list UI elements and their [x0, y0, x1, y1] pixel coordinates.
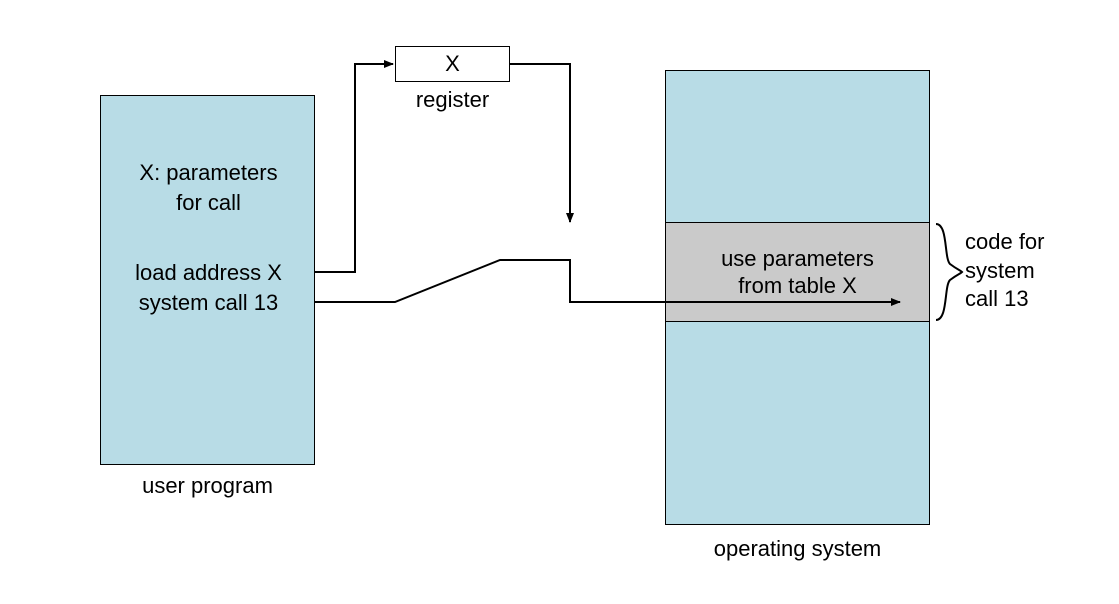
os-mid-line1: use parameters — [721, 246, 874, 271]
arrow-register-to-os — [510, 64, 570, 222]
register-box: X — [395, 46, 510, 82]
brace-line1: code for — [965, 229, 1045, 254]
params-line2: for call — [176, 190, 241, 215]
user-program-syscall-line: system call 13 — [101, 288, 316, 318]
user-program-caption: user program — [100, 472, 315, 501]
user-program-params: X: parameters for call — [101, 158, 316, 217]
params-line1: X: parameters — [139, 160, 277, 185]
register-value: X — [445, 51, 460, 77]
register-caption: register — [395, 86, 510, 115]
os-mid-line2: from table X — [738, 273, 857, 298]
brace-line2: system — [965, 258, 1035, 283]
operating-system-caption: operating system — [665, 535, 930, 564]
brace-line3: call 13 — [965, 286, 1029, 311]
curly-brace-icon — [936, 224, 962, 320]
user-program-box: X: parameters for call load address X sy… — [100, 95, 315, 465]
arrow-load-to-register — [315, 64, 393, 272]
user-program-load-line: load address X — [101, 258, 316, 288]
brace-label: code for system call 13 — [965, 228, 1075, 314]
diagram-stage: X: parameters for call load address X sy… — [0, 0, 1119, 604]
os-parameters-block: use parameters from table X — [665, 222, 930, 322]
